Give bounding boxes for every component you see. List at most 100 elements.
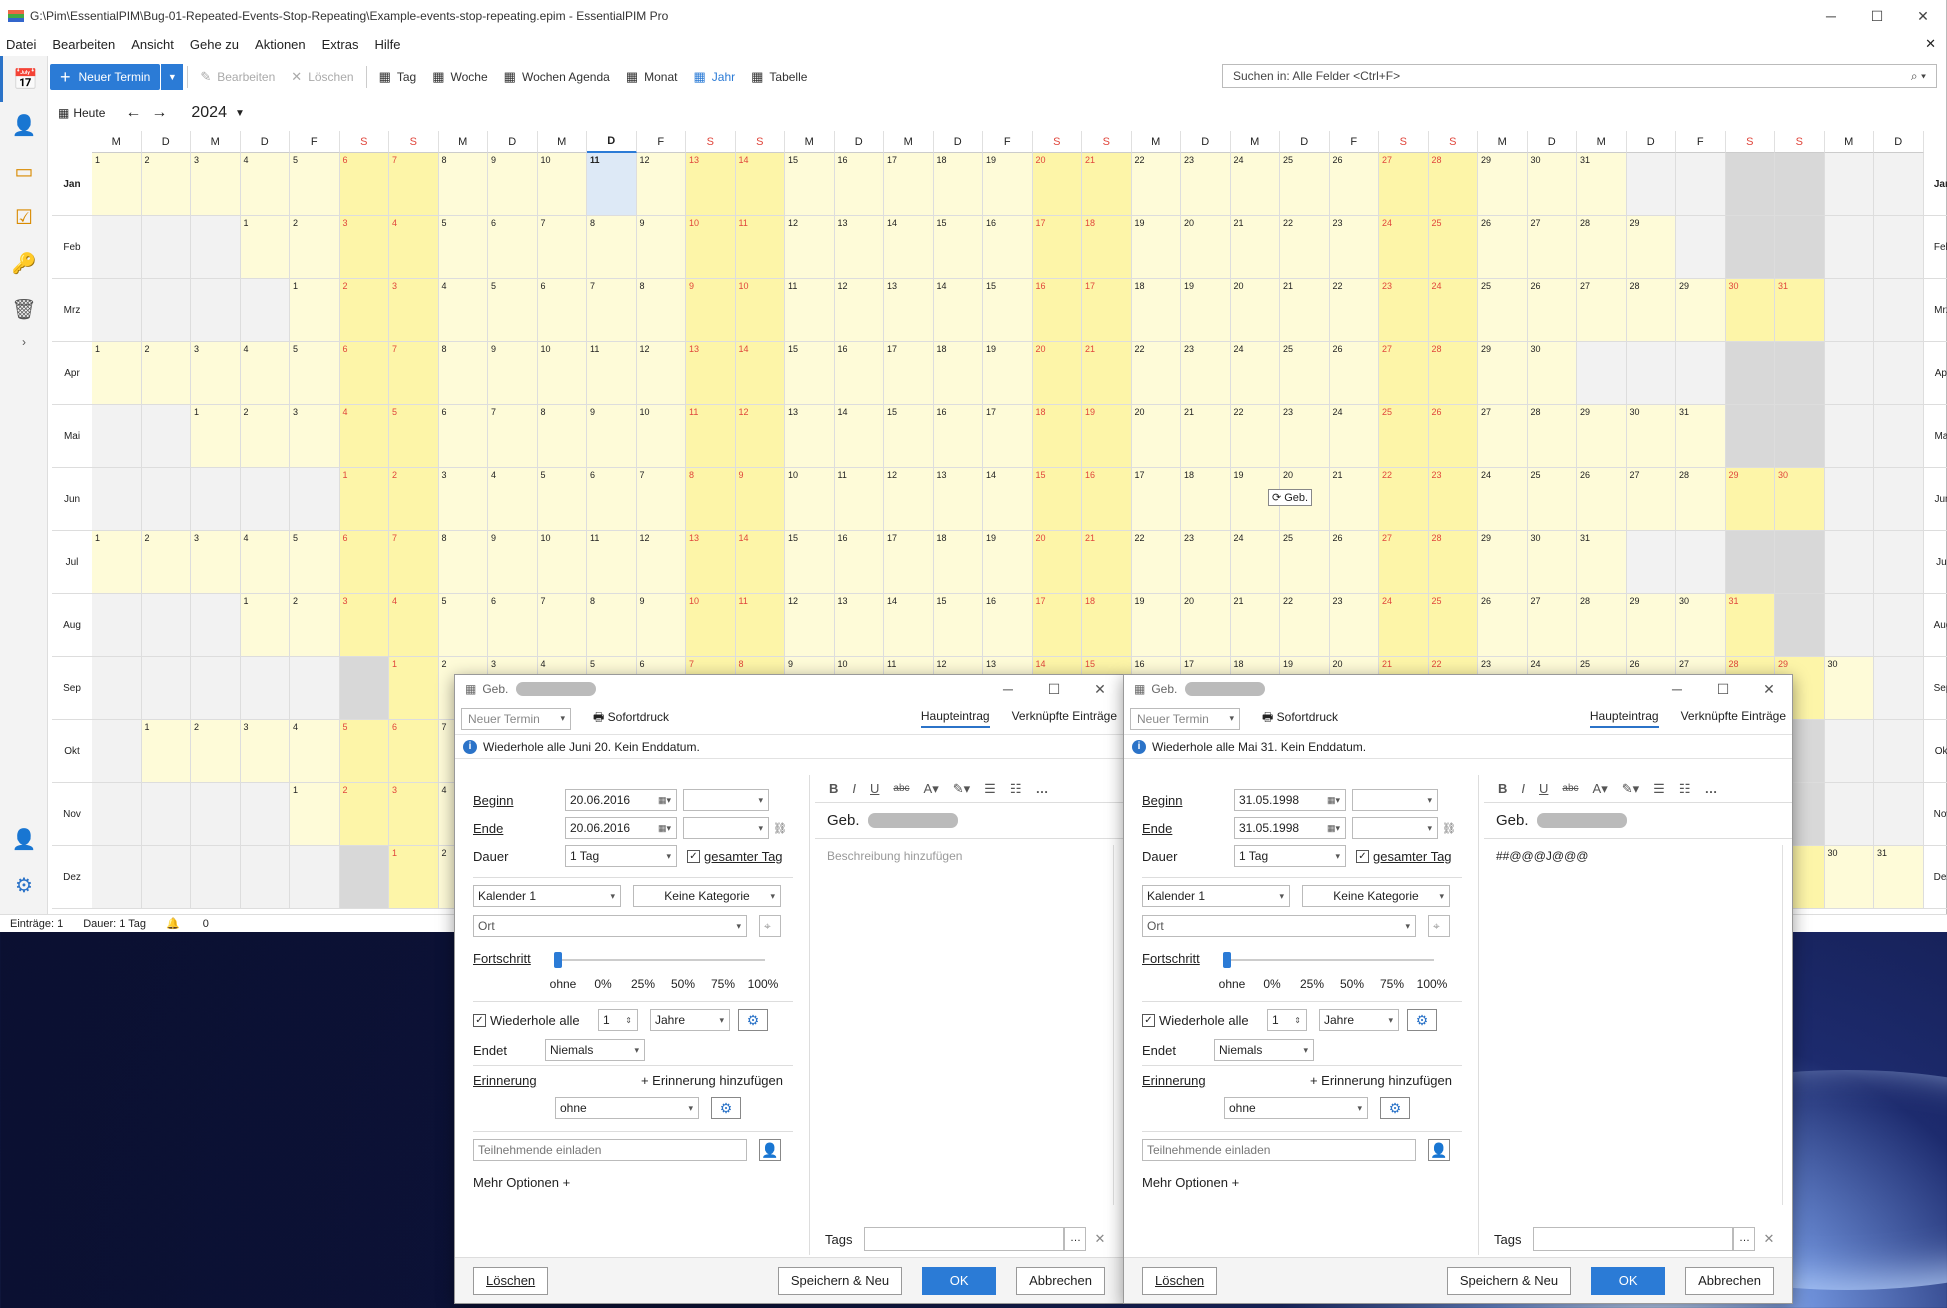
minimize-icon[interactable]: ─ bbox=[985, 681, 1031, 698]
day-cell[interactable]: 17 bbox=[1131, 468, 1181, 531]
day-cell[interactable]: 4 bbox=[389, 594, 439, 657]
day-cell[interactable]: 13 bbox=[884, 279, 934, 342]
day-cell[interactable]: 20 bbox=[1131, 405, 1181, 468]
trash-icon[interactable]: 🗑 bbox=[0, 286, 48, 332]
font-color-icon[interactable]: A▾ bbox=[924, 781, 939, 797]
day-cell[interactable]: 5 bbox=[389, 405, 439, 468]
category-select[interactable]: Keine Kategorie ▾ bbox=[633, 885, 781, 907]
day-cell[interactable]: 2 bbox=[389, 468, 439, 531]
day-cell[interactable]: 19 bbox=[983, 342, 1033, 405]
day-cell[interactable]: 13 bbox=[834, 594, 884, 657]
day-cell[interactable]: 9 bbox=[735, 468, 785, 531]
day-cell[interactable]: 27 bbox=[1626, 468, 1676, 531]
day-cell[interactable]: 6 bbox=[339, 531, 389, 594]
close-icon[interactable]: ✕ bbox=[1925, 36, 1936, 52]
day-cell[interactable]: 4 bbox=[240, 153, 290, 216]
day-cell[interactable]: 1 bbox=[191, 405, 241, 468]
day-cell[interactable]: 23 bbox=[1181, 531, 1231, 594]
day-cell[interactable]: 5 bbox=[438, 594, 488, 657]
day-cell[interactable]: 21 bbox=[1181, 405, 1231, 468]
day-cell[interactable]: 13 bbox=[933, 468, 983, 531]
day-cell[interactable]: 21 bbox=[1082, 153, 1132, 216]
day-cell[interactable]: 29 bbox=[1577, 405, 1627, 468]
print-button[interactable]: 🖶 Sofortdruck bbox=[1262, 708, 1338, 729]
day-cell[interactable]: 6 bbox=[389, 720, 439, 783]
day-cell[interactable]: 9 bbox=[488, 153, 538, 216]
day-cell[interactable]: 20 bbox=[1181, 216, 1231, 279]
day-cell[interactable]: 19 bbox=[983, 153, 1033, 216]
day-cell[interactable]: 3 bbox=[191, 531, 241, 594]
day-cell[interactable]: 16 bbox=[933, 405, 983, 468]
day-cell[interactable]: 30 bbox=[1824, 657, 1874, 720]
day-cell[interactable]: 3 bbox=[438, 468, 488, 531]
progress-thumb[interactable] bbox=[554, 952, 562, 968]
day-cell[interactable]: 22 bbox=[1131, 342, 1181, 405]
day-cell[interactable]: 12 bbox=[636, 342, 686, 405]
day-cell[interactable]: 21 bbox=[1280, 279, 1330, 342]
day-cell[interactable]: 2 bbox=[339, 783, 389, 846]
day-cell[interactable]: 24 bbox=[1428, 279, 1478, 342]
invite-input[interactable]: Teilnehmende einladen bbox=[473, 1139, 747, 1161]
tab-main-entry[interactable]: Haupteintrag bbox=[920, 709, 990, 728]
month-label[interactable]: Mrz bbox=[1923, 279, 1947, 342]
duration-select[interactable]: 1 Tag ▾ bbox=[1234, 845, 1346, 867]
day-cell[interactable]: 20 bbox=[1181, 594, 1231, 657]
day-cell[interactable]: 10 bbox=[537, 531, 587, 594]
day-cell[interactable]: 18 bbox=[1082, 216, 1132, 279]
day-cell[interactable]: 7 bbox=[389, 531, 439, 594]
day-cell[interactable]: 26 bbox=[1527, 279, 1577, 342]
day-cell[interactable]: 24 bbox=[1379, 594, 1429, 657]
bold-icon[interactable]: B bbox=[1498, 781, 1507, 796]
day-cell[interactable]: 22 bbox=[1131, 531, 1181, 594]
expand-icon[interactable]: › bbox=[0, 332, 48, 352]
add-reminder-button[interactable]: + Erinnerung hinzufügen bbox=[641, 1073, 783, 1088]
location-pin-icon[interactable]: ⌖ bbox=[759, 915, 781, 937]
day-cell[interactable]: 30 bbox=[1527, 342, 1577, 405]
view-year-button[interactable]: ▦ Jahr bbox=[685, 64, 743, 90]
day-cell[interactable]: 15 bbox=[785, 153, 835, 216]
day-cell[interactable]: 29 bbox=[1626, 594, 1676, 657]
day-cell[interactable]: 27 bbox=[1478, 405, 1528, 468]
day-cell[interactable]: 24 bbox=[1230, 342, 1280, 405]
day-cell[interactable]: 29 bbox=[1478, 531, 1528, 594]
day-cell[interactable]: 15 bbox=[785, 531, 835, 594]
link-icon[interactable]: ⛓ bbox=[773, 822, 787, 835]
day-cell[interactable]: 9 bbox=[488, 342, 538, 405]
day-cell[interactable]: 3 bbox=[389, 783, 439, 846]
reminder-settings-button[interactable]: ⚙ bbox=[711, 1097, 741, 1119]
tags-more-button[interactable]: … bbox=[1733, 1227, 1756, 1251]
day-cell[interactable]: 10 bbox=[735, 279, 785, 342]
day-cell[interactable]: 2 bbox=[290, 216, 340, 279]
day-cell[interactable]: 9 bbox=[636, 594, 686, 657]
year-selector[interactable]: 2024 bbox=[191, 104, 227, 122]
day-cell[interactable]: 30 bbox=[1527, 153, 1577, 216]
day-cell[interactable]: 24 bbox=[1379, 216, 1429, 279]
scrollbar[interactable] bbox=[1782, 845, 1790, 1205]
day-cell[interactable]: 21 bbox=[1230, 594, 1280, 657]
day-cell[interactable]: 27 bbox=[1577, 279, 1627, 342]
day-cell[interactable]: 12 bbox=[785, 594, 835, 657]
month-label[interactable]: Jun bbox=[52, 468, 92, 531]
more-icon[interactable]: … bbox=[1035, 781, 1048, 796]
day-cell[interactable]: 18 bbox=[933, 342, 983, 405]
recurrence-settings-button[interactable]: ⚙ bbox=[1407, 1009, 1437, 1031]
day-cell[interactable]: 31 bbox=[1577, 531, 1627, 594]
day-cell[interactable]: 26 bbox=[1329, 153, 1379, 216]
day-cell[interactable]: 14 bbox=[834, 405, 884, 468]
month-label[interactable]: Okt bbox=[52, 720, 92, 783]
allday-checkbox[interactable]: ✓ bbox=[687, 849, 700, 863]
account-icon[interactable]: 👤 bbox=[0, 816, 48, 862]
view-month-button[interactable]: ▦ Monat bbox=[618, 64, 686, 90]
day-cell[interactable]: 14 bbox=[735, 342, 785, 405]
view-day-button[interactable]: ▦ Tag bbox=[371, 64, 425, 90]
highlight-icon[interactable]: ✎▾ bbox=[1622, 781, 1639, 797]
calendar-dropdown-icon[interactable]: ▦▾ bbox=[1327, 823, 1340, 834]
day-cell[interactable]: 5 bbox=[488, 279, 538, 342]
day-cell[interactable]: 29 bbox=[1676, 279, 1726, 342]
delete-button[interactable]: Löschen bbox=[473, 1266, 549, 1295]
day-cell[interactable]: 7 bbox=[488, 405, 538, 468]
end-time-field[interactable]: ▾ bbox=[1352, 817, 1438, 839]
print-button[interactable]: 🖶 Sofortdruck bbox=[593, 708, 669, 729]
location-field[interactable]: Ort ▾ bbox=[1142, 915, 1416, 937]
day-cell[interactable]: 28 bbox=[1428, 153, 1478, 216]
